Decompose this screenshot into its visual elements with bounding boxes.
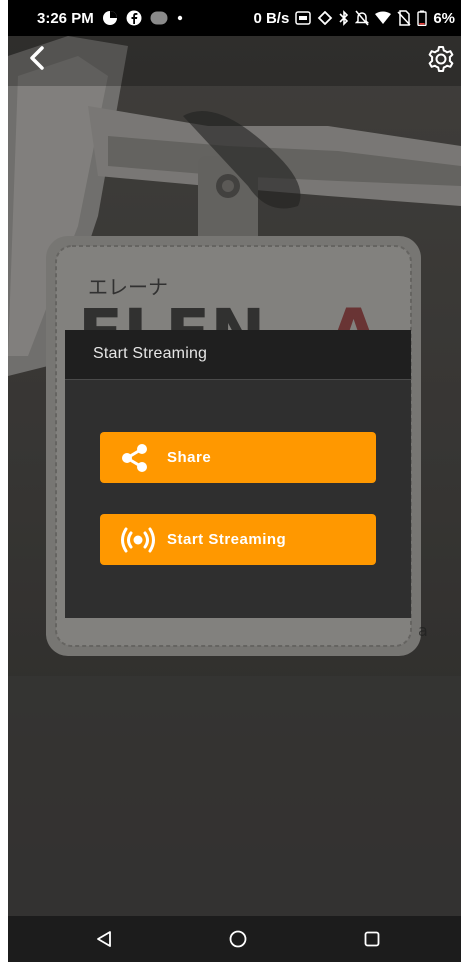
dialog-title: Start Streaming — [93, 345, 208, 362]
battery-percent: 6% — [433, 9, 455, 27]
gear-icon — [428, 46, 454, 72]
start-streaming-button[interactable]: Start Streaming — [100, 514, 376, 565]
status-time: 3:26 PM — [37, 9, 94, 27]
broadcast-icon — [120, 514, 156, 565]
navigation-bar — [8, 916, 461, 962]
nav-home-button[interactable] — [225, 926, 251, 952]
dialog-header: Start Streaming — [65, 330, 411, 380]
bluetooth-icon — [339, 10, 349, 26]
ar-icon — [295, 11, 312, 25]
status-right: 0 B/s 6% — [253, 0, 455, 36]
recents-square-icon — [364, 931, 380, 947]
nav-recents-button[interactable] — [359, 926, 385, 952]
phone-screen: エレーナ ELEN A a 3:26 PM — [8, 0, 461, 962]
status-left: 3:26 PM — [37, 0, 184, 36]
chevron-left-icon — [30, 46, 44, 70]
sync-icon — [317, 11, 333, 25]
share-label: Share — [167, 449, 212, 466]
back-triangle-icon — [97, 931, 111, 947]
top-bar — [8, 36, 461, 86]
facebook-icon — [126, 10, 142, 26]
settings-button[interactable] — [426, 44, 456, 74]
recorder-icon — [150, 11, 168, 25]
status-bar: 3:26 PM 0 B/s 6% — [8, 0, 461, 36]
dot-icon — [176, 14, 184, 22]
share-icon — [120, 432, 150, 483]
wifi-icon — [375, 11, 392, 25]
no-sim-icon — [397, 10, 411, 26]
home-circle-icon — [229, 930, 247, 948]
share-button[interactable]: Share — [100, 432, 376, 483]
back-button[interactable] — [24, 44, 52, 72]
mute-icon — [355, 10, 370, 26]
battery-icon — [417, 10, 428, 26]
nav-back-button[interactable] — [91, 926, 117, 952]
start-streaming-label: Start Streaming — [167, 531, 287, 548]
start-streaming-dialog: Start Streaming Share Start Streaming — [65, 330, 411, 618]
network-speed: 0 B/s — [253, 9, 290, 27]
data-saver-icon — [102, 10, 118, 26]
